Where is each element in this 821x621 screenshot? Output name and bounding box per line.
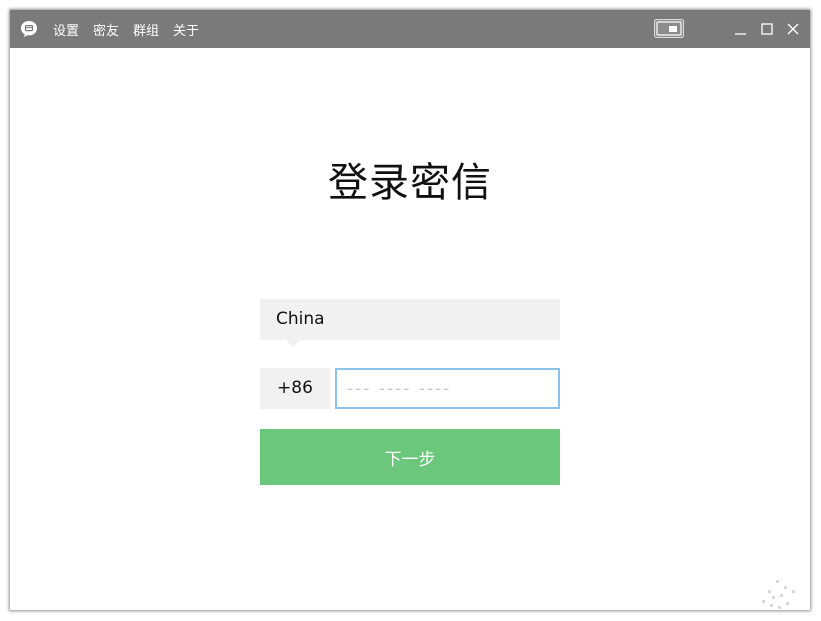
app-window: 设置 密友 群组 关于 登录密信 China +86 下一步 [10, 10, 810, 610]
phone-number-input[interactable] [335, 368, 560, 409]
country-pointer-arrow [286, 340, 300, 347]
country-select[interactable]: China [260, 299, 560, 340]
menu-item-about[interactable]: 关于 [173, 20, 199, 39]
menu-item-groups[interactable]: 群组 [133, 20, 159, 39]
minimize-icon[interactable] [731, 19, 751, 39]
resize-grip-icon[interactable] [758, 576, 808, 616]
dial-code-selector[interactable]: +86 [260, 368, 330, 409]
title-bar[interactable]: 设置 密友 群组 关于 [10, 10, 810, 48]
menu-item-friends[interactable]: 密友 [93, 20, 119, 39]
next-step-button[interactable]: 下一步 [260, 429, 560, 485]
login-title: 登录密信 [328, 160, 492, 206]
close-icon[interactable] [783, 19, 803, 39]
mini-mode-icon[interactable] [654, 19, 684, 38]
maximize-icon[interactable] [757, 19, 777, 39]
chat-bubble-icon [21, 21, 37, 37]
menu-bar: 设置 密友 群组 关于 [53, 10, 213, 48]
menu-item-settings[interactable]: 设置 [53, 20, 79, 39]
